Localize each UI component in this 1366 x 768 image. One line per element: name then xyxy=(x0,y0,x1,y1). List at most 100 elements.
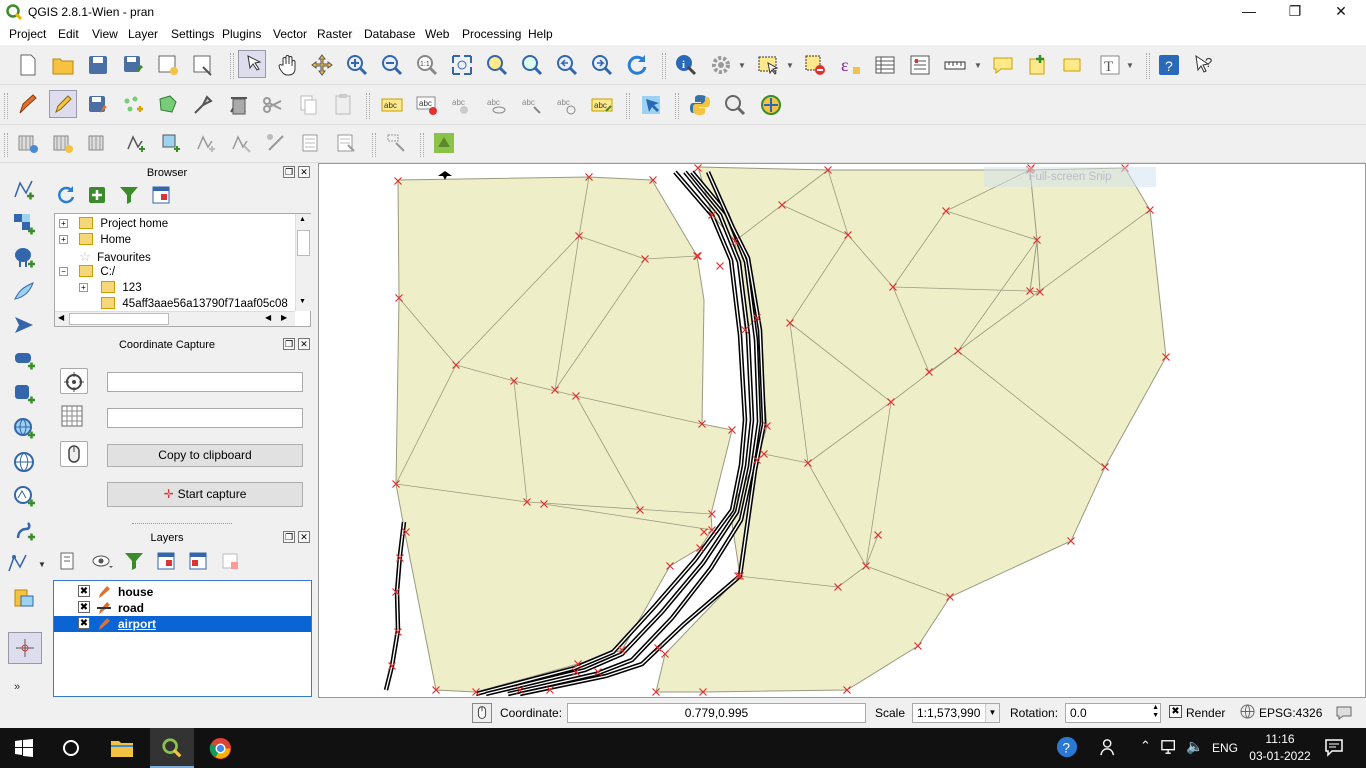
road-center-1[interactable] xyxy=(385,521,405,691)
rotation-spin-arrows-icon[interactable]: ▲ ▼ xyxy=(1152,704,1159,720)
rotation-spinbox[interactable]: 0.0 ▲ ▼ xyxy=(1065,703,1161,723)
delete-selected-icon[interactable] xyxy=(225,91,253,119)
zoom-to-layer-icon[interactable] xyxy=(518,51,546,79)
georeferencer-icon[interactable] xyxy=(430,129,458,157)
label-highlight-icon[interactable]: abc xyxy=(448,91,476,119)
layers-close-button[interactable]: ✕ xyxy=(298,531,310,543)
close-window-button[interactable]: ✕ xyxy=(1318,0,1364,24)
browser-filter-icon[interactable] xyxy=(115,181,143,209)
new-project-icon[interactable] xyxy=(14,51,42,79)
browser-collapse-icon[interactable] xyxy=(147,181,175,209)
zoom-full-icon[interactable] xyxy=(448,51,476,79)
python-console-icon[interactable] xyxy=(686,91,714,119)
expander-icon[interactable]: + xyxy=(59,219,68,228)
pan-map-selected-icon[interactable] xyxy=(238,50,266,78)
menu-project[interactable]: Project xyxy=(9,27,46,41)
openlayers-plugin-icon[interactable] xyxy=(637,91,665,119)
refresh-icon[interactable] xyxy=(623,51,651,79)
scroll-down-icon[interactable]: ▼ xyxy=(299,298,306,305)
processing-toolbox-icon[interactable] xyxy=(757,91,785,119)
cc-coordinate-field-1[interactable] xyxy=(107,372,303,392)
layer-visibility-checkbox[interactable]: ✖ xyxy=(78,617,90,629)
cc-resize-grip[interactable] xyxy=(132,523,232,526)
virtual-layer-icon[interactable] xyxy=(10,584,38,612)
deselect-all-icon[interactable] xyxy=(801,51,829,79)
airport-symbol-icon[interactable] xyxy=(438,171,452,180)
label-move-icon[interactable]: abc xyxy=(518,91,546,119)
start-capture-button[interactable]: ✛ Start capture xyxy=(107,482,303,507)
browser-vertical-scrollbar[interactable]: ▲ ▼ xyxy=(295,214,311,311)
pan-to-selection-icon[interactable] xyxy=(308,51,336,79)
run-feature-action-icon[interactable] xyxy=(707,51,735,79)
gdal-tool-1-icon[interactable] xyxy=(14,129,42,157)
clock-time[interactable]: 11:16 xyxy=(1250,732,1310,746)
toggle-editing-icon[interactable] xyxy=(49,90,77,118)
browser-refresh-icon[interactable] xyxy=(52,181,80,209)
layer-row-house[interactable]: ✖ house xyxy=(54,584,311,600)
volume-icon[interactable]: 🔈 xyxy=(1186,738,1203,755)
scroll-right-icon[interactable]: ◀ xyxy=(265,313,271,322)
browser-horizontal-scrollbar[interactable]: ◀ ◀ ▶ xyxy=(55,311,295,326)
map-canvas[interactable]: Full-screen Snip xyxy=(318,163,1366,698)
scroll-right2-icon[interactable]: ▶ xyxy=(281,313,287,322)
measure-dropdown-arrow-icon[interactable]: ▼ xyxy=(974,61,982,70)
label-rotate-icon[interactable]: abc xyxy=(553,91,581,119)
add-wms-layer-icon[interactable] xyxy=(10,414,38,442)
paste-features-icon[interactable] xyxy=(329,91,357,119)
text-annotation-icon[interactable]: T xyxy=(1096,51,1124,79)
coordinate-display[interactable]: 0.779,0.995 xyxy=(567,703,866,723)
new-bookmark-icon[interactable] xyxy=(1024,51,1052,79)
menu-edit[interactable]: Edit xyxy=(58,27,79,41)
zoom-out-icon[interactable] xyxy=(378,51,406,79)
scroll-up-icon[interactable]: ▲ xyxy=(299,216,306,223)
vector-tool-1-icon[interactable] xyxy=(122,129,150,157)
new-print-composer-icon[interactable] xyxy=(154,51,182,79)
vertex-marker[interactable] xyxy=(716,262,724,270)
statistical-summary-icon[interactable] xyxy=(906,51,934,79)
action-dropdown-arrow-icon[interactable]: ▼ xyxy=(738,61,746,70)
new-layer-dropdown-arrow-icon[interactable]: ▼ xyxy=(38,560,46,569)
menu-vector[interactable]: Vector xyxy=(273,27,307,41)
scale-combobox[interactable]: 1:1,573,990 ▼ xyxy=(912,703,1000,723)
tree-item-project-home[interactable]: + Project home xyxy=(59,217,168,233)
cc-close-button[interactable]: ✕ xyxy=(298,338,310,350)
copy-features-icon[interactable] xyxy=(294,91,322,119)
search-circle-icon[interactable] xyxy=(61,738,81,761)
pan-hand-icon[interactable] xyxy=(274,51,302,79)
layer-labeling-icon[interactable]: abc xyxy=(378,91,406,119)
show-hidden-icons-icon[interactable]: ⌃ xyxy=(1140,738,1151,754)
messages-icon[interactable] xyxy=(1335,704,1353,723)
new-shapefile-icon[interactable] xyxy=(4,549,32,577)
vector-tool-6-icon[interactable] xyxy=(297,129,325,157)
add-postgis-layer-icon[interactable] xyxy=(10,243,38,271)
clock-date[interactable]: 03-01-2022 xyxy=(1245,749,1315,763)
expander-icon[interactable]: − xyxy=(59,267,68,276)
zoom-native-icon[interactable]: 1:1 xyxy=(413,51,441,79)
vector-tool-3-icon[interactable] xyxy=(192,129,220,157)
add-wcs-layer-icon[interactable] xyxy=(10,448,38,476)
measure-line-icon[interactable] xyxy=(941,51,969,79)
layers-remove-icon[interactable] xyxy=(216,547,244,575)
zoom-last-icon[interactable] xyxy=(553,51,581,79)
menu-layer[interactable]: Layer xyxy=(128,27,158,41)
more-tools-chevron-icon[interactable]: » xyxy=(14,681,20,693)
cc-track-mouse-icon[interactable] xyxy=(60,441,88,467)
windows-start-icon[interactable] xyxy=(15,739,33,760)
chrome-icon[interactable] xyxy=(209,737,232,763)
save-project-icon[interactable] xyxy=(84,51,112,79)
restore-button[interactable]: ❐ xyxy=(1272,0,1318,24)
attribute-table-icon[interactable] xyxy=(871,51,899,79)
vector-tool-2-icon[interactable] xyxy=(157,129,185,157)
add-point-icon[interactable] xyxy=(119,91,147,119)
browser-add-layer-icon[interactable] xyxy=(83,181,111,209)
layers-filter-icon[interactable] xyxy=(120,547,148,575)
expander-icon[interactable]: + xyxy=(59,235,68,244)
tree-item-home[interactable]: + Home xyxy=(59,233,131,249)
layer-row-road[interactable]: ✖ road xyxy=(54,600,311,616)
menu-help[interactable]: Help xyxy=(528,27,553,41)
menu-settings[interactable]: Settings xyxy=(171,27,214,41)
scale-dropdown-arrow-icon[interactable]: ▼ xyxy=(985,704,999,722)
field-calculator-icon[interactable]: ε xyxy=(836,51,864,79)
crs-globe-icon[interactable] xyxy=(1240,704,1255,722)
label-show-hide-icon[interactable]: abc xyxy=(483,91,511,119)
